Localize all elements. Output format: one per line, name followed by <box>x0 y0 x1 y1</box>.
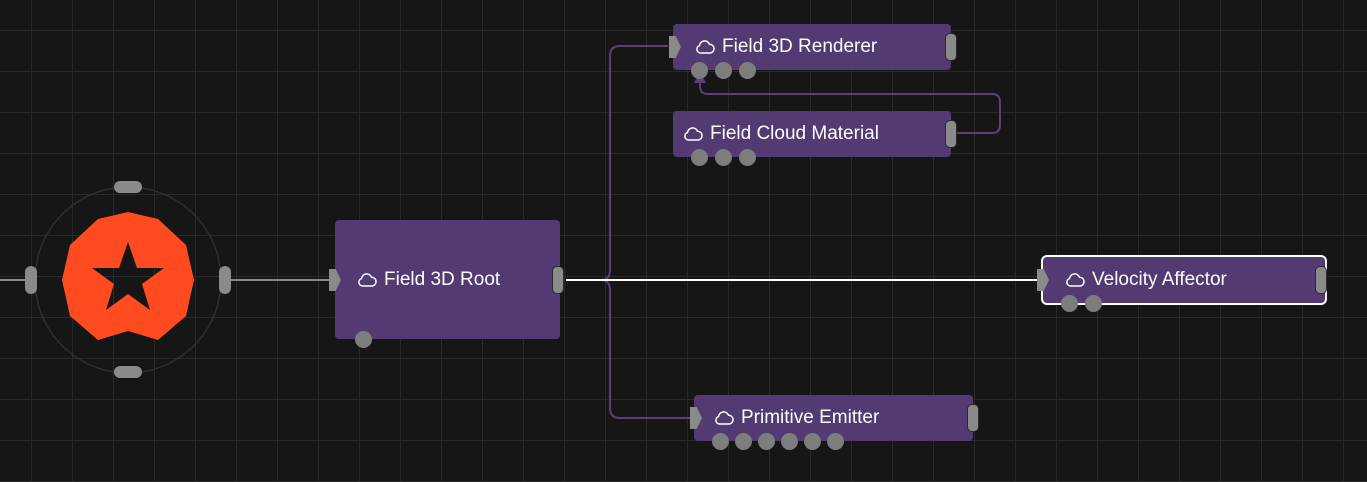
cloud-icon <box>684 127 703 141</box>
parameter-socket[interactable] <box>715 149 732 166</box>
output-port[interactable] <box>1315 266 1327 294</box>
parameter-socket[interactable] <box>355 331 372 348</box>
node-field-cloud-material[interactable]: Field Cloud Material <box>673 111 957 166</box>
output-port[interactable] <box>945 120 957 148</box>
node-header: Field 3D Root <box>335 220 560 340</box>
output-port[interactable] <box>552 266 564 294</box>
node-field-3d-root[interactable]: Field 3D Root <box>329 220 564 348</box>
cloud-icon <box>358 273 377 287</box>
cloud-icon <box>1066 273 1085 287</box>
scene-top-port[interactable] <box>114 181 142 193</box>
root-to-emitter-wire <box>566 279 690 419</box>
root-to-renderer-wire <box>566 45 668 281</box>
node-title: Primitive Emitter <box>741 407 880 428</box>
node-primitive-emitter[interactable]: Primitive Emitter <box>690 395 979 450</box>
parameter-socket[interactable] <box>739 62 756 79</box>
parameter-socket[interactable] <box>691 149 708 166</box>
parameter-socket[interactable] <box>715 62 732 79</box>
parameter-socket[interactable] <box>712 433 729 450</box>
parameter-socket[interactable] <box>1085 295 1102 312</box>
parameter-socket[interactable] <box>781 433 798 450</box>
node-title: Field 3D Renderer <box>722 36 878 57</box>
node-field-3d-renderer[interactable]: Field 3D Renderer <box>669 24 957 79</box>
node-velocity-affector[interactable]: Velocity Affector <box>1037 255 1327 312</box>
output-port[interactable] <box>967 404 979 432</box>
node-header: Field 3D Renderer <box>673 24 951 70</box>
node-title: Field 3D Root <box>384 269 501 290</box>
cloud-icon <box>715 411 734 425</box>
scene-right-port[interactable] <box>219 266 231 294</box>
node-header: Velocity Affector <box>1043 257 1325 303</box>
parameter-socket[interactable] <box>691 62 708 79</box>
node-graph-canvas[interactable]: Field 3D Root Field 3D Renderer Field Cl… <box>0 0 1367 482</box>
parameter-socket[interactable] <box>735 433 752 450</box>
parameter-socket[interactable] <box>1061 295 1078 312</box>
scene-left-port[interactable] <box>25 266 37 294</box>
scene-bottom-port[interactable] <box>114 366 142 378</box>
parameter-socket[interactable] <box>827 433 844 450</box>
output-port[interactable] <box>945 33 957 61</box>
cloud-icon <box>696 40 715 54</box>
node-title: Velocity Affector <box>1092 269 1227 290</box>
node-title: Field Cloud Material <box>710 123 879 144</box>
parameter-socket[interactable] <box>758 433 775 450</box>
scene-logo-icon <box>62 212 194 340</box>
parameter-socket[interactable] <box>739 149 756 166</box>
scene-root-node[interactable] <box>25 181 231 378</box>
parameter-socket[interactable] <box>804 433 821 450</box>
node-header: Field Cloud Material <box>673 111 951 157</box>
